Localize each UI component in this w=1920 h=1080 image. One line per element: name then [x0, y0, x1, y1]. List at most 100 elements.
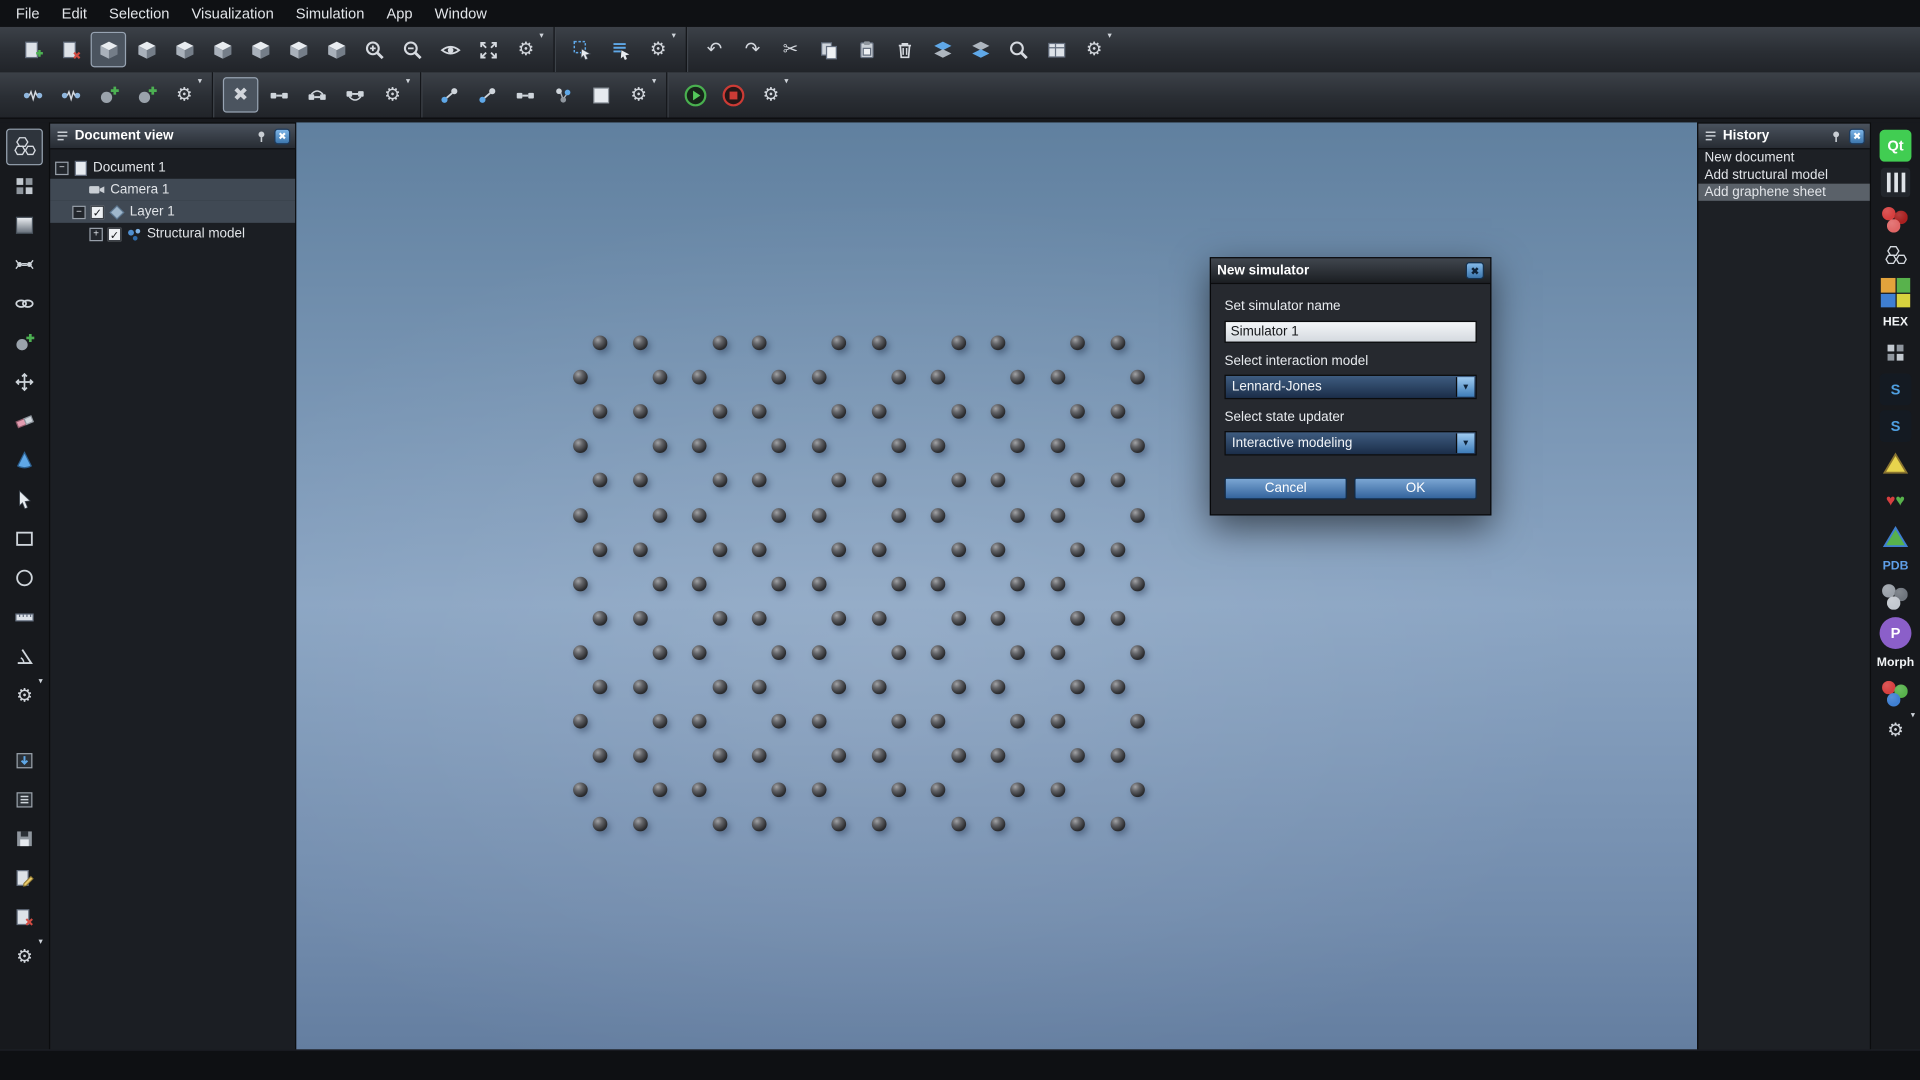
atom[interactable]	[593, 748, 608, 763]
atom[interactable]	[951, 680, 966, 695]
atom[interactable]	[812, 783, 827, 798]
atom[interactable]	[1110, 817, 1125, 832]
pointer-tool-button[interactable]	[6, 481, 43, 518]
expander-icon[interactable]: +	[89, 227, 102, 240]
atom[interactable]	[1130, 714, 1145, 729]
lattice-extension-button[interactable]	[1877, 336, 1914, 370]
atom[interactable]	[632, 748, 647, 763]
atom[interactable]	[573, 645, 588, 660]
atom[interactable]	[891, 439, 906, 454]
angle-tool-button[interactable]	[6, 638, 43, 675]
atom[interactable]	[593, 473, 608, 488]
atom[interactable]	[991, 611, 1006, 626]
checkbox[interactable]: ✓	[91, 205, 104, 218]
atom[interactable]	[951, 404, 966, 419]
new-document-button[interactable]	[15, 32, 51, 68]
zoom-fit-button[interactable]	[470, 32, 506, 68]
atom[interactable]	[712, 404, 727, 419]
checkbox[interactable]: ✓	[108, 227, 121, 240]
atom[interactable]	[891, 645, 906, 660]
interaction-model-select[interactable]: Lennard-Jones ▼	[1224, 375, 1476, 399]
atom[interactable]	[573, 576, 588, 591]
extension-settings-button[interactable]: ⚙▾	[1877, 713, 1914, 747]
atom[interactable]	[712, 542, 727, 557]
history-item-new-document[interactable]: New document	[1698, 149, 1869, 166]
atom[interactable]	[871, 748, 886, 763]
atom[interactable]	[712, 336, 727, 351]
atom[interactable]	[951, 473, 966, 488]
atom[interactable]	[593, 336, 608, 351]
atom[interactable]	[593, 404, 608, 419]
atom[interactable]	[871, 542, 886, 557]
atom[interactable]	[573, 714, 588, 729]
cancel-button[interactable]: Cancel	[1224, 478, 1346, 500]
atom[interactable]	[632, 611, 647, 626]
atom[interactable]	[1011, 576, 1026, 591]
molecule-generator-button[interactable]	[6, 246, 43, 283]
atom[interactable]	[632, 473, 647, 488]
properties-button[interactable]	[1038, 32, 1074, 68]
atom[interactable]	[652, 645, 667, 660]
atom[interactable]	[1050, 714, 1065, 729]
menu-file[interactable]: File	[5, 1, 51, 25]
atom[interactable]	[831, 404, 846, 419]
atom[interactable]	[871, 680, 886, 695]
atom[interactable]	[951, 336, 966, 351]
atom[interactable]	[1070, 473, 1085, 488]
layer-up-button[interactable]	[924, 32, 960, 68]
atom[interactable]	[712, 680, 727, 695]
stop-simulation-button[interactable]	[715, 77, 751, 113]
view-left-button[interactable]	[204, 32, 240, 68]
atom[interactable]	[991, 542, 1006, 557]
atom[interactable]	[692, 783, 707, 798]
cut-button[interactable]: ✂	[773, 32, 809, 68]
view-front-button[interactable]	[129, 32, 165, 68]
samson-extension-button[interactable]: S	[1877, 372, 1914, 406]
atom[interactable]	[891, 783, 906, 798]
paint-tool-button[interactable]	[6, 442, 43, 479]
atom[interactable]	[652, 576, 667, 591]
prism-extension-button[interactable]	[1877, 519, 1914, 553]
tools-settings-button[interactable]: ⚙▾	[621, 77, 657, 113]
run-settings-button[interactable]: ⚙▾	[753, 77, 789, 113]
atom[interactable]	[712, 817, 727, 832]
atom[interactable]	[712, 748, 727, 763]
atom[interactable]	[931, 439, 946, 454]
atom[interactable]	[871, 817, 886, 832]
atom[interactable]	[871, 336, 886, 351]
state-updater-select[interactable]: Interactive modeling ▼	[1224, 431, 1476, 455]
erase-tool-button[interactable]	[6, 403, 43, 440]
zoom-out-button[interactable]	[394, 32, 430, 68]
atom[interactable]	[752, 473, 767, 488]
samson-2-extension-button[interactable]: S	[1877, 409, 1914, 443]
atom[interactable]	[692, 370, 707, 385]
atom[interactable]	[573, 508, 588, 523]
atom[interactable]	[772, 439, 787, 454]
add-atom-tool-button[interactable]	[6, 324, 43, 361]
view-top-button[interactable]	[280, 32, 316, 68]
atom[interactable]	[1130, 508, 1145, 523]
chevron-down-icon[interactable]: ▼	[1456, 433, 1474, 453]
stretch-tool-button[interactable]	[507, 77, 543, 113]
atom[interactable]	[1130, 645, 1145, 660]
p-extension-button[interactable]: P	[1877, 616, 1914, 650]
atom[interactable]	[812, 714, 827, 729]
bond-saturation-button[interactable]	[337, 77, 373, 113]
expander-icon[interactable]: −	[55, 161, 68, 174]
atom[interactable]	[951, 611, 966, 626]
delete-button[interactable]	[887, 32, 923, 68]
tweezers-extension-button[interactable]	[1877, 165, 1914, 199]
tree-item-structural-model[interactable]: +✓Structural model	[50, 223, 295, 245]
atom[interactable]	[1110, 404, 1125, 419]
menu-selection[interactable]: Selection	[98, 1, 181, 25]
atom[interactable]	[752, 542, 767, 557]
atom[interactable]	[991, 336, 1006, 351]
atom[interactable]	[931, 576, 946, 591]
atom[interactable]	[831, 473, 846, 488]
atom[interactable]	[1011, 439, 1026, 454]
hearts-extension-button[interactable]: ♥♥	[1877, 482, 1914, 516]
rgb-extension-button[interactable]	[1877, 676, 1914, 710]
atom[interactable]	[1130, 370, 1145, 385]
atom[interactable]	[1110, 748, 1125, 763]
atom[interactable]	[1050, 576, 1065, 591]
